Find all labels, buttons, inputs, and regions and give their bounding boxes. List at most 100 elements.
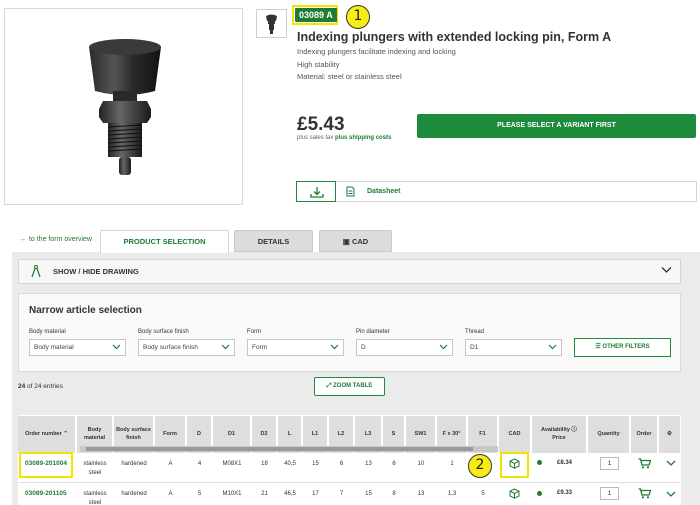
header-label: Order number bbox=[25, 430, 62, 437]
cell-l1: 17 bbox=[312, 491, 319, 497]
cart-icon[interactable] bbox=[638, 458, 652, 471]
cell-l: 46,5 bbox=[284, 491, 296, 497]
product-code-badge: 03089 A bbox=[295, 8, 337, 22]
cell-d: 5 bbox=[197, 491, 202, 497]
availability-indicator bbox=[537, 460, 542, 465]
select-value: Form bbox=[252, 344, 268, 351]
body-material-select[interactable]: Body material bbox=[29, 339, 126, 356]
order-number-link[interactable]: 03089-201105 bbox=[25, 490, 67, 497]
select-value: D1 bbox=[470, 344, 479, 351]
chevron-down-icon[interactable] bbox=[666, 460, 676, 469]
feature-bullet: High stability bbox=[297, 60, 340, 69]
cell-price: £8.34 bbox=[557, 460, 573, 466]
cell-l2: 7 bbox=[339, 491, 344, 497]
quantity-input[interactable]: 1 bbox=[600, 457, 619, 470]
other-filters-label: OTHER FILTERS bbox=[602, 344, 650, 350]
product-image[interactable] bbox=[4, 8, 243, 205]
quantity-input[interactable]: 1 bbox=[600, 487, 619, 500]
expand-icon: ⤢ bbox=[326, 383, 332, 389]
filter-label-pin-diameter: Pin diameter bbox=[356, 329, 390, 335]
cell-s: 6 bbox=[392, 461, 396, 467]
select-value: Body material bbox=[34, 344, 74, 351]
cube-icon: ▣ bbox=[342, 237, 350, 246]
zoom-table-label: ZOOM TABLE bbox=[333, 383, 373, 389]
plunger-thumbnail-icon[interactable] bbox=[256, 9, 287, 38]
entries-number: 24 bbox=[18, 383, 26, 390]
download-button[interactable] bbox=[296, 181, 336, 202]
body-surface-finish-select[interactable]: Body surface finish bbox=[138, 339, 235, 356]
select-variant-button[interactable]: PLEASE SELECT A VARIANT FIRST bbox=[417, 114, 696, 138]
drawing-toggle-label: SHOW / HIDE DRAWING bbox=[53, 267, 139, 276]
callout-marker-2: 2 bbox=[468, 454, 492, 478]
cell-surface-finish: hardened bbox=[121, 461, 147, 467]
pin-diameter-select[interactable]: D bbox=[356, 339, 453, 356]
column-header-order: Order bbox=[631, 416, 658, 453]
cell-form: A bbox=[168, 461, 173, 467]
info-icon[interactable]: ⓘ bbox=[571, 427, 577, 433]
feature-bullet: Indexing plungers facilitate indexing an… bbox=[297, 47, 456, 56]
sort-arrow-icon: ⌃ bbox=[63, 430, 68, 437]
datasheet-link[interactable]: Datasheet bbox=[367, 188, 400, 195]
order-number-link[interactable]: 03089-201004 bbox=[25, 460, 67, 467]
cell-f1: 5 bbox=[481, 491, 485, 497]
cell-d2: 21 bbox=[261, 491, 268, 497]
cell-price: £9.33 bbox=[557, 490, 573, 496]
select-value: D bbox=[361, 344, 366, 351]
product-title: Indexing plungers with extended locking … bbox=[297, 30, 612, 44]
chevron-down-icon bbox=[221, 344, 230, 350]
cell-body-material: stainless steel bbox=[83, 461, 107, 476]
chevron-down-icon[interactable] bbox=[666, 491, 676, 500]
column-header-quantity: Quantity bbox=[588, 416, 630, 453]
cell-d2: 18 bbox=[261, 461, 268, 467]
back-link-label: to the form overview bbox=[28, 236, 92, 243]
cell-l2: 6 bbox=[339, 461, 344, 467]
cell-fx30: 1,3 bbox=[447, 491, 457, 497]
cell-form: A bbox=[168, 491, 173, 497]
thread-select[interactable]: D1 bbox=[465, 339, 562, 356]
tab-details[interactable]: DETAILS bbox=[234, 230, 313, 252]
tab-cad[interactable]: ▣ CAD bbox=[319, 230, 392, 252]
column-settings-icon[interactable]: ⚙ bbox=[659, 416, 681, 453]
filter-label-body-surface-finish: Body surface finish bbox=[138, 329, 189, 335]
chevron-down-icon bbox=[548, 344, 557, 350]
filter-label-thread: Thread bbox=[465, 329, 485, 335]
other-filters-button[interactable]: ☰ OTHER FILTERS bbox=[574, 338, 671, 357]
column-header-order-number[interactable]: Order number ⌃ bbox=[18, 416, 76, 453]
cell-d1: M10X1 bbox=[222, 491, 242, 497]
filter-label-body-material: Body material bbox=[29, 329, 66, 335]
select-value: Body surface finish bbox=[143, 344, 198, 351]
sales-tax-text: plus sales tax bbox=[297, 135, 334, 141]
scrollbar-thumb[interactable] bbox=[86, 447, 473, 451]
cell-l: 40,5 bbox=[284, 461, 296, 467]
back-arrow-icon: ← bbox=[20, 236, 27, 243]
zoom-table-button[interactable]: ⤢ ZOOM TABLE bbox=[314, 377, 385, 396]
availability-indicator bbox=[537, 491, 542, 496]
chevron-down-icon bbox=[439, 344, 448, 350]
cell-s: 8 bbox=[392, 491, 396, 497]
cell-body-material: stainless steel bbox=[83, 491, 107, 505]
column-header-availability-price: Availability ⓘ Price bbox=[532, 416, 587, 453]
filter-sliders-icon: ☰ bbox=[595, 344, 601, 350]
cart-icon[interactable] bbox=[638, 488, 652, 501]
entries-count: 24 of 24 entries bbox=[18, 383, 63, 390]
chevron-down-icon[interactable] bbox=[661, 266, 672, 276]
cell-l3: 13 bbox=[365, 461, 372, 467]
tax-note: plus sales tax plus shipping costs bbox=[297, 135, 391, 141]
drawing-compass-icon bbox=[31, 265, 41, 280]
download-icon bbox=[310, 187, 324, 198]
cell-surface-finish: hardened bbox=[121, 491, 147, 497]
form-select[interactable]: Form bbox=[247, 339, 344, 356]
filter-panel-title: Narrow article selection bbox=[29, 305, 142, 316]
cube-icon[interactable] bbox=[509, 488, 520, 501]
tab-cad-label: CAD bbox=[351, 237, 369, 246]
cube-icon[interactable] bbox=[509, 458, 520, 471]
back-to-form-overview-link[interactable]: ← to the form overview bbox=[20, 236, 92, 243]
tab-product-selection[interactable]: PRODUCT SELECTION bbox=[100, 230, 229, 253]
filter-label-form: Form bbox=[247, 329, 261, 335]
document-icon bbox=[346, 186, 355, 199]
cell-sw1: 13 bbox=[417, 491, 425, 497]
shipping-costs-link[interactable]: plus shipping costs bbox=[335, 135, 391, 141]
cell-d1: M08X1 bbox=[222, 461, 242, 467]
row-divider bbox=[18, 482, 681, 483]
callout-marker-1: 1 bbox=[346, 5, 370, 29]
